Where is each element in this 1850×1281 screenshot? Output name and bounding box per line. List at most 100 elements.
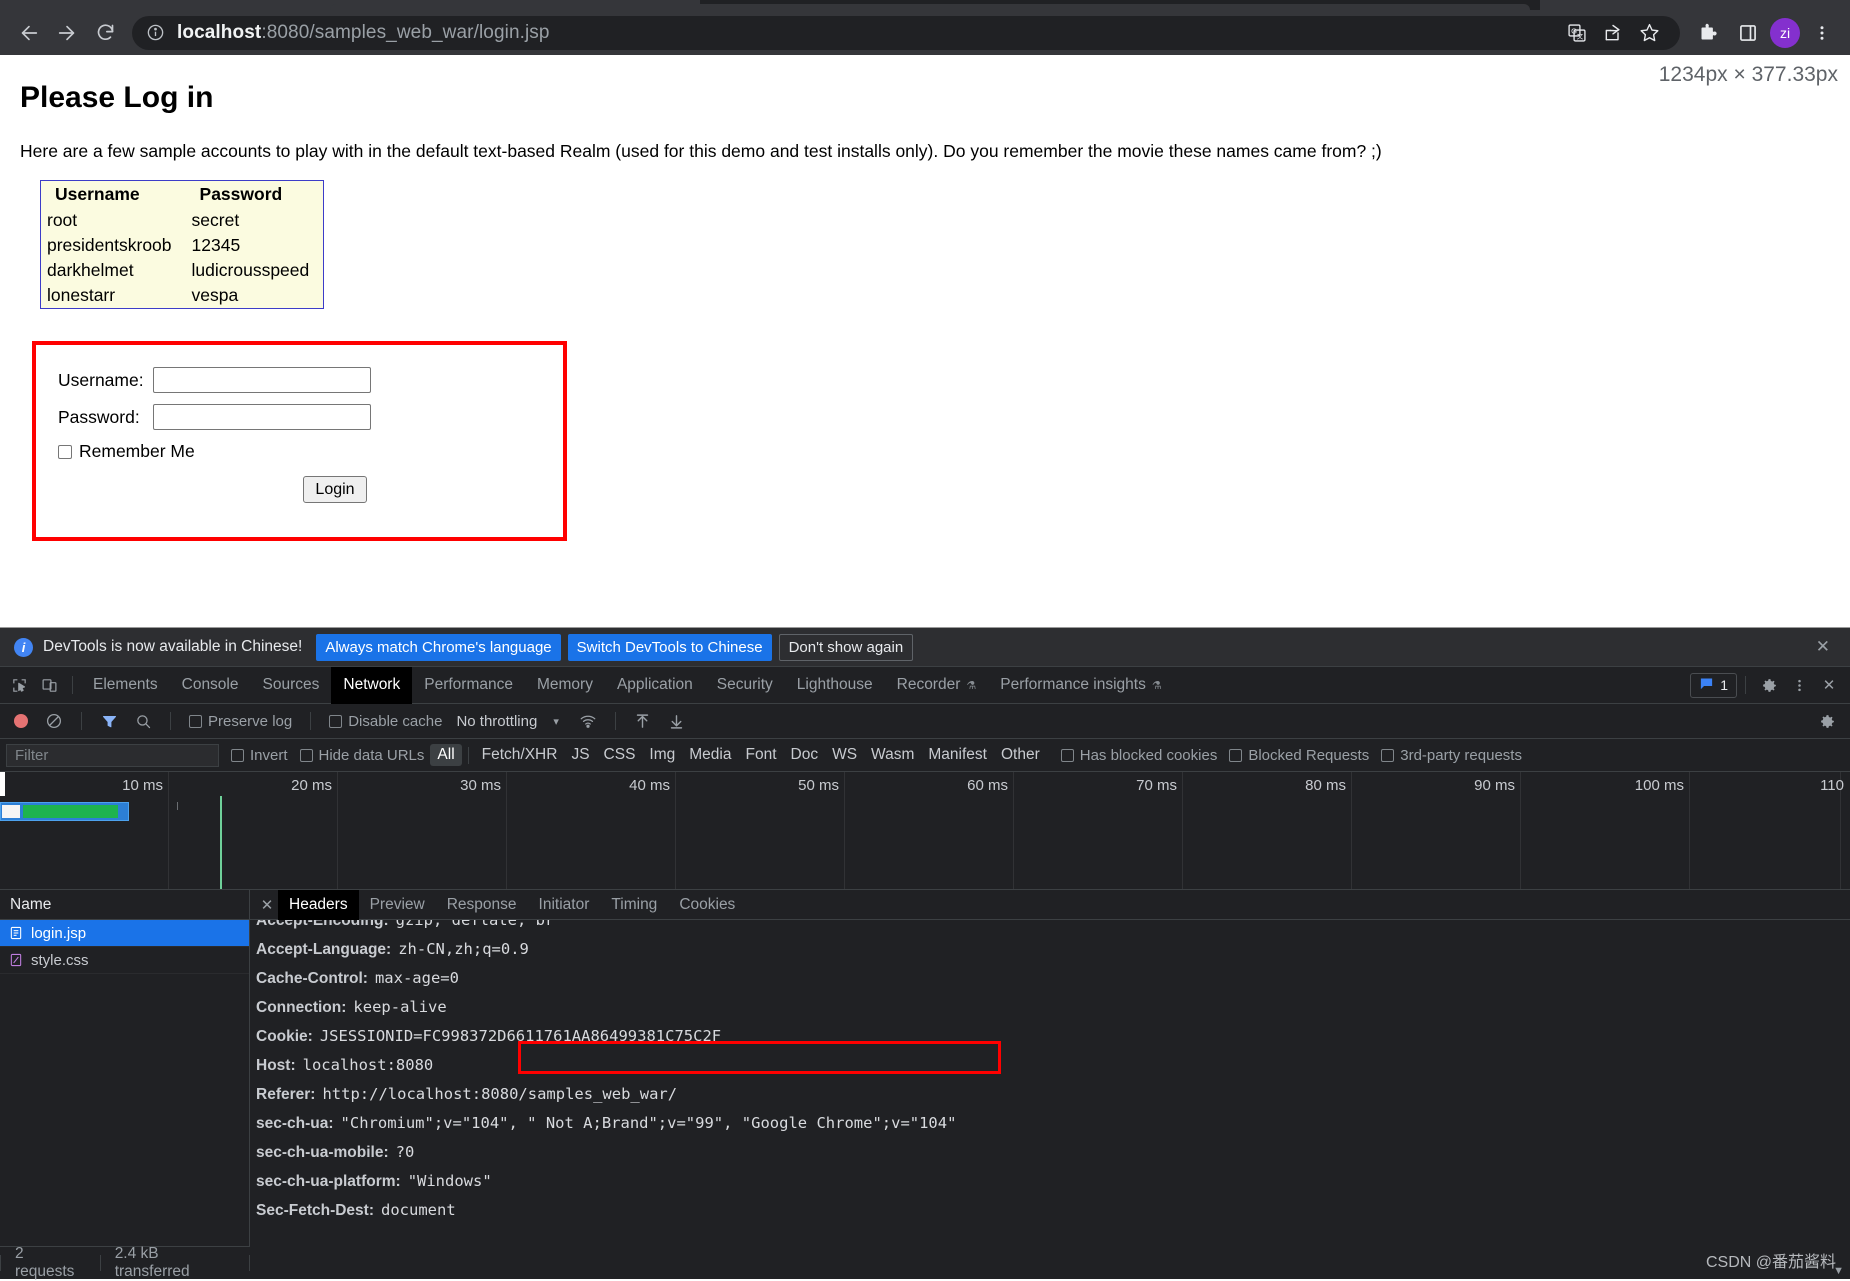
filter-type-img[interactable]: Img [642, 744, 682, 766]
tab-recorder[interactable]: Recorder ⚗ [885, 667, 989, 704]
gear-icon[interactable] [1754, 670, 1784, 700]
dom-content-loaded-marker [220, 796, 222, 889]
share-icon[interactable] [1596, 16, 1630, 50]
tab-elements[interactable]: Elements [81, 667, 170, 704]
chevron-down-icon[interactable]: ▾ [553, 715, 559, 728]
tab-strip[interactable] [0, 0, 1850, 10]
detail-tab-headers[interactable]: Headers [278, 889, 359, 920]
request-row-style-css[interactable]: style.css [0, 947, 249, 974]
inspect-element-icon[interactable] [4, 670, 34, 700]
close-icon[interactable]: ✕ [1814, 670, 1844, 700]
funnel-filter-icon[interactable] [94, 706, 124, 736]
close-icon[interactable]: ✕ [1810, 637, 1836, 657]
throttling-select[interactable]: No throttling [456, 713, 537, 730]
network-overview-timeline[interactable]: 10 ms 20 ms 30 ms 40 ms 50 ms 60 ms 70 m… [0, 772, 1850, 890]
detail-tab-initiator[interactable]: Initiator [528, 890, 601, 920]
close-icon[interactable]: ✕ [256, 896, 278, 914]
timeline-tick-label: 10 ms [122, 777, 163, 794]
page-title: Please Log in [20, 81, 214, 114]
reload-icon[interactable] [86, 14, 124, 52]
network-settings-gear-icon[interactable] [1812, 706, 1842, 736]
request-list-column-header[interactable]: Name [0, 890, 249, 920]
checkbox-box [299, 748, 313, 762]
detail-tab-timing[interactable]: Timing [600, 890, 668, 920]
request-row-login-jsp[interactable]: login.jsp [0, 920, 249, 947]
filter-type-wasm[interactable]: Wasm [864, 744, 921, 766]
three-dot-menu-icon[interactable] [1804, 15, 1840, 51]
third-party-requests-checkbox[interactable]: 3rd-party requests [1381, 747, 1522, 764]
blocked-requests-checkbox[interactable]: Blocked Requests [1229, 747, 1369, 764]
active-tab[interactable] [330, 4, 1530, 10]
filter-type-font[interactable]: Font [738, 744, 783, 766]
tab-application[interactable]: Application [605, 667, 705, 704]
remember-me-row[interactable]: Remember Me [58, 441, 563, 462]
three-dot-menu-icon[interactable] [1784, 670, 1814, 700]
site-info-icon[interactable] [146, 23, 165, 42]
detail-tab-preview[interactable]: Preview [359, 890, 436, 920]
divider [1745, 676, 1746, 694]
export-har-icon[interactable] [662, 706, 692, 736]
password-input[interactable] [153, 404, 371, 430]
tab-lighthouse[interactable]: Lighthouse [785, 667, 885, 704]
side-panel-icon[interactable] [1730, 15, 1766, 51]
address-bar[interactable]: localhost:8080/samples_web_war/login.jsp… [132, 15, 1680, 50]
preserve-log-checkbox[interactable]: Preserve log [189, 713, 292, 730]
filter-type-manifest[interactable]: Manifest [921, 744, 994, 766]
clear-icon[interactable] [39, 706, 69, 736]
filter-input[interactable]: Filter [6, 743, 219, 767]
header-name: Host: [256, 1057, 296, 1074]
tab-security[interactable]: Security [705, 667, 785, 704]
back-arrow-icon[interactable] [10, 14, 48, 52]
tab-console[interactable]: Console [170, 667, 251, 704]
detail-tab-response[interactable]: Response [436, 890, 528, 920]
filter-type-fetch-xhr[interactable]: Fetch/XHR [475, 744, 565, 766]
tab-sources[interactable]: Sources [251, 667, 332, 704]
remember-me-checkbox[interactable] [58, 444, 72, 459]
divider [614, 712, 616, 730]
checkbox-box [231, 748, 244, 762]
forward-arrow-icon[interactable] [48, 14, 86, 52]
username-input[interactable] [153, 367, 371, 393]
tab-performance[interactable]: Performance [412, 667, 525, 704]
extensions-puzzle-icon[interactable] [1690, 15, 1726, 51]
table-row: darkhelmet ludicrousspeed [41, 258, 324, 283]
avatar[interactable]: zi [1770, 17, 1800, 48]
login-button[interactable]: Login [303, 476, 367, 503]
filter-type-css[interactable]: CSS [597, 744, 643, 766]
switch-to-chinese-button[interactable]: Switch DevTools to Chinese [567, 633, 772, 661]
filter-type-doc[interactable]: Doc [784, 744, 826, 766]
translate-icon[interactable]: G文 [1560, 16, 1594, 50]
console-message-count[interactable]: 1 [1690, 672, 1737, 698]
dont-show-again-button[interactable]: Don't show again [778, 633, 914, 661]
device-toolbar-icon[interactable] [34, 670, 64, 700]
filter-type-media[interactable]: Media [682, 744, 738, 766]
disable-cache-checkbox[interactable]: Disable cache [329, 713, 442, 730]
sample-accounts-table: Username Password root secret presidents… [40, 180, 325, 309]
tab-memory[interactable]: Memory [525, 667, 605, 704]
tab-network[interactable]: Network [331, 666, 413, 704]
record-stop-icon[interactable] [14, 714, 28, 728]
filter-type-all[interactable]: All [430, 744, 462, 766]
detail-tab-cookies[interactable]: Cookies [668, 890, 746, 920]
filter-type-js[interactable]: JS [564, 744, 596, 766]
network-conditions-icon[interactable] [573, 706, 603, 736]
request-count: 2 requests [14, 1245, 75, 1280]
header-row-sec-fetch-dest: Sec-Fetch-Dest: document [256, 1196, 1850, 1225]
has-blocked-cookies-checkbox[interactable]: Has blocked cookies [1060, 747, 1217, 764]
tab-performance-insights[interactable]: Performance insights ⚗ [988, 667, 1173, 704]
third-party-requests-label: 3rd-party requests [1400, 746, 1522, 764]
search-icon[interactable] [128, 706, 158, 736]
cell-password: 12345 [191, 235, 241, 255]
always-match-language-button[interactable]: Always match Chrome's language [316, 633, 561, 661]
import-har-icon[interactable] [628, 706, 658, 736]
overview-left-handle[interactable] [0, 772, 5, 796]
bookmark-star-icon[interactable] [1632, 16, 1666, 50]
header-value: "Windows" [407, 1172, 492, 1190]
filter-type-ws[interactable]: WS [825, 744, 864, 766]
filter-type-other[interactable]: Other [994, 744, 1047, 766]
experiment-flask-icon: ⚗ [966, 679, 977, 692]
request-headers-list[interactable]: Accept-Encoding: gzip, deflate, br Accept… [250, 920, 1850, 1279]
navigation-bar: localhost:8080/samples_web_war/login.jsp… [0, 10, 1850, 55]
invert-checkbox[interactable]: Invert [231, 747, 288, 764]
hide-data-urls-checkbox[interactable]: Hide data URLs [299, 747, 424, 764]
